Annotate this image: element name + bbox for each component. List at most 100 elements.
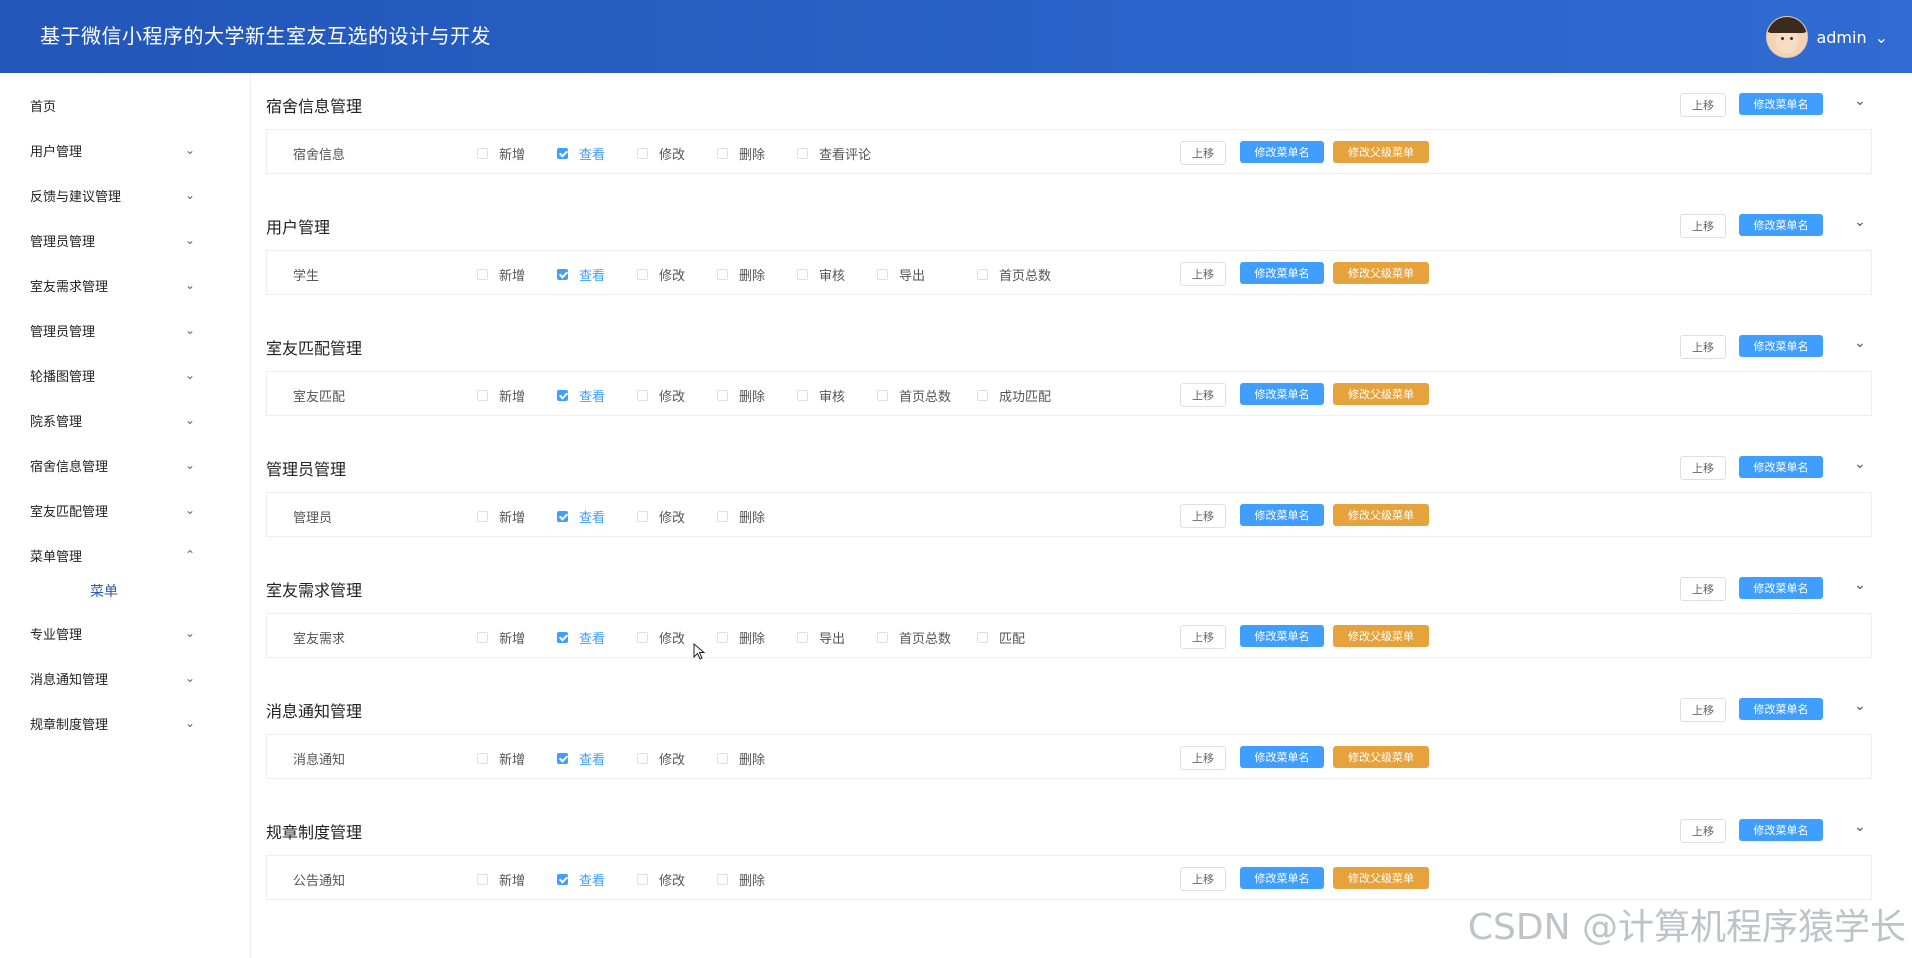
- checkbox-icon[interactable]: [637, 753, 648, 764]
- checkbox-icon[interactable]: [797, 390, 808, 401]
- permission-checkbox[interactable]: 成功匹配: [977, 386, 1051, 405]
- row-rename-button[interactable]: 修改菜单名: [1240, 141, 1324, 163]
- sidebar-item[interactable]: 用户管理 ⌄: [0, 135, 200, 165]
- permission-checkbox[interactable]: 导出: [877, 265, 925, 284]
- row-change-parent-button[interactable]: 修改父级菜单: [1333, 262, 1429, 284]
- section-move-up-button[interactable]: 上移: [1680, 577, 1726, 601]
- permission-checkbox[interactable]: 删除: [717, 749, 765, 768]
- chevron-down-icon[interactable]: ⌄: [180, 233, 200, 247]
- permission-checkbox[interactable]: 新增: [477, 507, 525, 526]
- chevron-down-icon[interactable]: ⌄: [180, 143, 200, 157]
- row-change-parent-button[interactable]: 修改父级菜单: [1333, 383, 1429, 405]
- sidebar-item[interactable]: 规章制度管理 ⌄: [0, 708, 200, 738]
- permission-checkbox[interactable]: 新增: [477, 386, 525, 405]
- permission-checkbox[interactable]: 新增: [477, 265, 525, 284]
- section-rename-button[interactable]: 修改菜单名: [1739, 819, 1823, 841]
- checkbox-icon[interactable]: [637, 874, 648, 885]
- row-move-up-button[interactable]: 上移: [1180, 262, 1226, 286]
- checkbox-icon[interactable]: [477, 148, 488, 159]
- chevron-down-icon[interactable]: ⌄: [1854, 819, 1866, 835]
- checkbox-icon[interactable]: [477, 753, 488, 764]
- permission-checkbox[interactable]: 查看: [557, 507, 605, 526]
- checkbox-icon[interactable]: [977, 390, 988, 401]
- checkbox-icon[interactable]: [637, 269, 648, 280]
- checkbox-icon[interactable]: [717, 753, 728, 764]
- checkbox-icon[interactable]: [977, 269, 988, 280]
- chevron-down-icon[interactable]: ⌄: [180, 626, 200, 640]
- checkbox-icon[interactable]: [637, 511, 648, 522]
- chevron-down-icon[interactable]: ⌄: [1854, 214, 1866, 230]
- checkbox-checked-icon[interactable]: [557, 148, 568, 159]
- permission-checkbox[interactable]: 修改: [637, 749, 685, 768]
- row-move-up-button[interactable]: 上移: [1180, 141, 1226, 165]
- section-rename-button[interactable]: 修改菜单名: [1739, 698, 1823, 720]
- checkbox-checked-icon[interactable]: [557, 269, 568, 280]
- row-move-up-button[interactable]: 上移: [1180, 504, 1226, 528]
- sidebar-item[interactable]: 管理员管理 ⌄: [0, 225, 200, 255]
- section-move-up-button[interactable]: 上移: [1680, 335, 1726, 359]
- permission-checkbox[interactable]: 修改: [637, 144, 685, 163]
- permission-checkbox[interactable]: 删除: [717, 386, 765, 405]
- permission-checkbox[interactable]: 查看: [557, 144, 605, 163]
- checkbox-icon[interactable]: [717, 390, 728, 401]
- avatar[interactable]: [1766, 16, 1809, 58]
- row-change-parent-button[interactable]: 修改父级菜单: [1333, 867, 1429, 889]
- chevron-down-icon[interactable]: ⌄: [180, 323, 200, 337]
- permission-checkbox[interactable]: 删除: [717, 144, 765, 163]
- permission-checkbox[interactable]: 删除: [717, 507, 765, 526]
- section-move-up-button[interactable]: 上移: [1680, 214, 1726, 238]
- checkbox-icon[interactable]: [477, 632, 488, 643]
- chevron-down-icon[interactable]: ⌄: [1854, 335, 1866, 351]
- row-move-up-button[interactable]: 上移: [1180, 625, 1226, 649]
- row-rename-button[interactable]: 修改菜单名: [1240, 262, 1324, 284]
- row-rename-button[interactable]: 修改菜单名: [1240, 504, 1324, 526]
- row-move-up-button[interactable]: 上移: [1180, 746, 1226, 770]
- checkbox-icon[interactable]: [477, 390, 488, 401]
- permission-checkbox[interactable]: 修改: [637, 628, 685, 647]
- row-move-up-button[interactable]: 上移: [1180, 383, 1226, 407]
- checkbox-icon[interactable]: [637, 632, 648, 643]
- section-rename-button[interactable]: 修改菜单名: [1739, 214, 1823, 236]
- checkbox-icon[interactable]: [977, 632, 988, 643]
- chevron-down-icon[interactable]: ⌄: [1854, 577, 1866, 593]
- username-label[interactable]: admin: [1816, 28, 1866, 47]
- chevron-down-icon[interactable]: ⌄: [180, 413, 200, 427]
- chevron-down-icon[interactable]: ⌄: [180, 458, 200, 472]
- section-rename-button[interactable]: 修改菜单名: [1739, 93, 1823, 115]
- chevron-down-icon[interactable]: ⌄: [1854, 698, 1866, 714]
- permission-checkbox[interactable]: 修改: [637, 507, 685, 526]
- checkbox-icon[interactable]: [477, 511, 488, 522]
- checkbox-checked-icon[interactable]: [557, 874, 568, 885]
- permission-checkbox[interactable]: 查看: [557, 628, 605, 647]
- chevron-down-icon[interactable]: ⌄: [180, 671, 200, 685]
- checkbox-checked-icon[interactable]: [557, 390, 568, 401]
- sidebar-item[interactable]: 反馈与建议管理 ⌄: [0, 180, 200, 210]
- sidebar-item[interactable]: 宿舍信息管理 ⌄: [0, 450, 200, 480]
- permission-checkbox[interactable]: 修改: [637, 870, 685, 889]
- permission-checkbox[interactable]: 首页总数: [877, 386, 951, 405]
- row-move-up-button[interactable]: 上移: [1180, 867, 1226, 891]
- row-rename-button[interactable]: 修改菜单名: [1240, 383, 1324, 405]
- permission-checkbox[interactable]: 查看评论: [797, 144, 871, 163]
- checkbox-icon[interactable]: [637, 148, 648, 159]
- permission-checkbox[interactable]: 新增: [477, 144, 525, 163]
- permission-checkbox[interactable]: 删除: [717, 870, 765, 889]
- permission-checkbox[interactable]: 删除: [717, 265, 765, 284]
- sidebar-subitem[interactable]: 菜单: [90, 581, 118, 601]
- checkbox-icon[interactable]: [797, 632, 808, 643]
- chevron-down-icon[interactable]: ⌄: [1854, 456, 1866, 472]
- checkbox-icon[interactable]: [797, 148, 808, 159]
- permission-checkbox[interactable]: 导出: [797, 628, 845, 647]
- permission-checkbox[interactable]: 首页总数: [877, 628, 951, 647]
- permission-checkbox[interactable]: 匹配: [977, 628, 1025, 647]
- checkbox-icon[interactable]: [877, 390, 888, 401]
- checkbox-icon[interactable]: [717, 148, 728, 159]
- sidebar-item[interactable]: 首页: [0, 90, 200, 120]
- chevron-down-icon[interactable]: ⌄: [180, 368, 200, 382]
- checkbox-icon[interactable]: [717, 511, 728, 522]
- chevron-down-icon[interactable]: ⌄: [180, 503, 200, 517]
- permission-checkbox[interactable]: 审核: [797, 265, 845, 284]
- permission-checkbox[interactable]: 修改: [637, 386, 685, 405]
- checkbox-icon[interactable]: [717, 874, 728, 885]
- permission-checkbox[interactable]: 查看: [557, 749, 605, 768]
